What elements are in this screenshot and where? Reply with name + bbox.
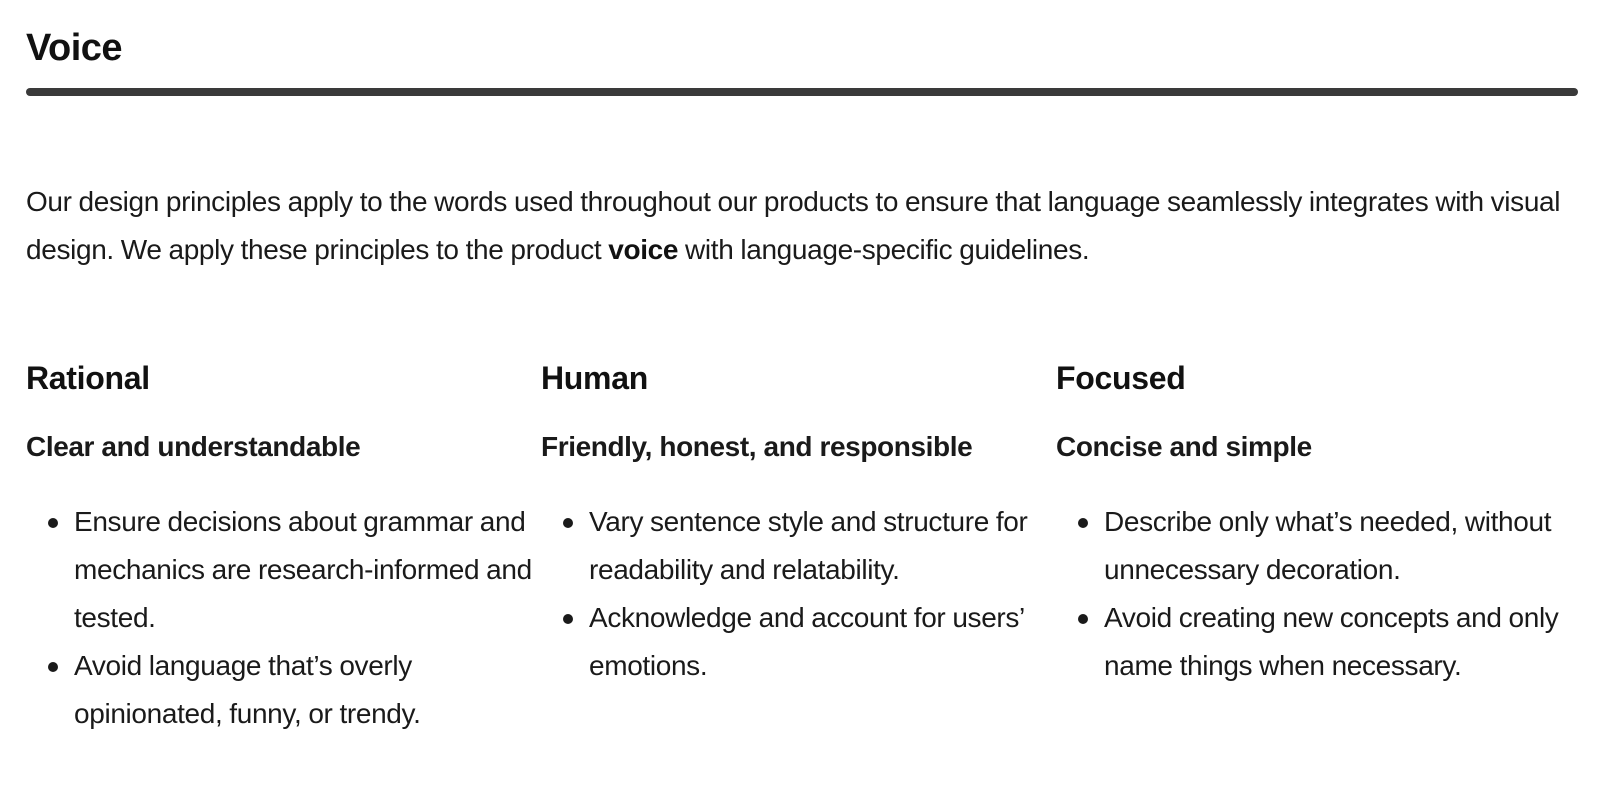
bullet-icon	[1078, 518, 1088, 528]
principle-list: Describe only what’s needed, without unn…	[1056, 498, 1571, 690]
principle-subtitle: Friendly, honest, and responsible	[541, 431, 973, 462]
list-item-text: Avoid creating new concepts and only nam…	[1104, 602, 1559, 681]
bullet-icon	[563, 518, 573, 528]
intro-text-after: with language-specific guidelines.	[678, 234, 1090, 265]
list-item: Ensure decisions about grammar and mecha…	[48, 498, 541, 642]
list-item-text: Vary sentence style and structure for re…	[589, 506, 1028, 585]
title-divider	[26, 88, 1578, 96]
list-item-text: Acknowledge and account for users’ emoti…	[589, 602, 1024, 681]
list-item-text: Avoid language that’s overly opinionated…	[74, 650, 421, 729]
intro-paragraph: Our design principles apply to the words…	[26, 178, 1586, 274]
principles-columns: Rational Clear and understandable Ensure…	[26, 350, 1586, 738]
list-item-text: Ensure decisions about grammar and mecha…	[74, 506, 532, 633]
intro-emphasis: voice	[608, 234, 679, 265]
principle-subtitle: Clear and understandable	[26, 431, 361, 462]
principle-column-focused: Focused Concise and simple Describe only…	[1056, 350, 1571, 738]
bullet-icon	[48, 518, 58, 528]
list-item: Acknowledge and account for users’ emoti…	[563, 594, 1056, 690]
principle-subtitle: Concise and simple	[1056, 431, 1312, 462]
principle-title: Rational	[26, 360, 150, 396]
list-item: Avoid language that’s overly opinionated…	[48, 642, 541, 738]
list-item-text: Describe only what’s needed, without unn…	[1104, 506, 1552, 585]
principle-column-rational: Rational Clear and understandable Ensure…	[26, 350, 541, 738]
principle-title: Focused	[1056, 360, 1186, 396]
principle-column-human: Human Friendly, honest, and responsible …	[541, 350, 1056, 738]
principle-title: Human	[541, 360, 648, 396]
page-title: Voice	[26, 27, 123, 69]
bullet-icon	[563, 614, 573, 624]
principle-list: Ensure decisions about grammar and mecha…	[26, 498, 541, 738]
list-item: Avoid creating new concepts and only nam…	[1078, 594, 1571, 690]
list-item: Describe only what’s needed, without unn…	[1078, 498, 1571, 594]
bullet-icon	[1078, 614, 1088, 624]
principle-list: Vary sentence style and structure for re…	[541, 498, 1056, 690]
list-item: Vary sentence style and structure for re…	[563, 498, 1056, 594]
bullet-icon	[48, 662, 58, 672]
